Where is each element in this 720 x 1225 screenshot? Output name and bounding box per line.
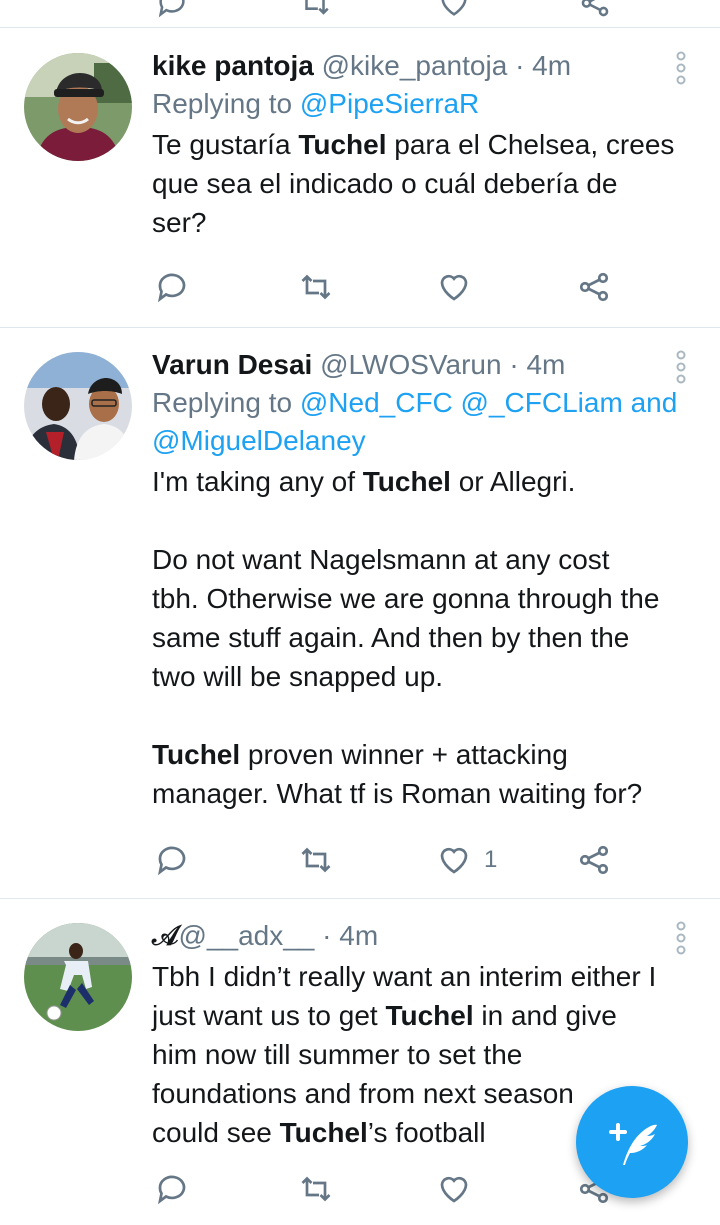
more-vertical-icon[interactable] — [674, 350, 688, 384]
tweet-header: kike pantoja @kike_pantoja · 4m — [152, 47, 700, 85]
like-icon — [440, 847, 468, 874]
highlighted-keyword: Tuchel — [152, 739, 241, 770]
replying-to: Replying to @Ned_CFC @_CFCLiam and — [152, 384, 700, 422]
user-handle[interactable]: @LWOSVarun — [320, 349, 501, 380]
mention-link[interactable]: @Ned_CFC @_CFCLiam and — [300, 387, 677, 418]
tweet-text-segment: or Allegri. Do not want Nagelsmann at an… — [152, 466, 660, 692]
retweet-button[interactable] — [298, 1169, 346, 1209]
highlighted-keyword: Tuchel — [279, 1117, 368, 1148]
display-name[interactable]: Varun Desai — [152, 349, 312, 380]
like-count: 1 — [484, 846, 498, 873]
share-icon — [579, 845, 609, 875]
more-vertical-icon[interactable] — [674, 921, 688, 955]
user-handle[interactable]: @kike_pantoja — [322, 50, 508, 81]
tweet[interactable]: kike pantoja @kike_pantoja · 4m Replying… — [0, 29, 720, 328]
reply-icon[interactable] — [155, 0, 189, 18]
tweet-header: 𝒜@__adx__ · 4m — [152, 917, 700, 955]
mention-link[interactable]: @MiguelDelaney — [152, 425, 366, 456]
like-button[interactable] — [436, 267, 484, 307]
retweet-button[interactable] — [298, 267, 346, 307]
reply-button[interactable] — [154, 1169, 202, 1209]
separator-dot: · — [509, 349, 519, 380]
like-button[interactable]: 1 — [436, 840, 497, 880]
reply-icon — [157, 1175, 186, 1205]
tweet-text: I'm taking any of Tuchel or Allegri. Do … — [152, 462, 700, 813]
share-button[interactable] — [576, 267, 612, 307]
timestamp[interactable]: 4m — [339, 920, 378, 951]
highlighted-keyword: Tuchel — [385, 1000, 474, 1031]
tweet-actions — [152, 1169, 622, 1209]
display-name[interactable]: kike pantoja — [152, 50, 314, 81]
tweet-actions — [152, 267, 622, 307]
reply-icon — [157, 273, 186, 303]
reply-button[interactable] — [154, 840, 202, 880]
retweet-icon — [301, 1176, 331, 1202]
like-icon — [440, 1176, 468, 1203]
timestamp[interactable]: 4m — [526, 349, 565, 380]
reply-icon — [157, 846, 186, 876]
replying-to-label: Replying to — [152, 387, 300, 418]
retweet-icon — [301, 274, 331, 300]
tweet-actions: 1 — [152, 840, 622, 880]
avatar[interactable] — [24, 53, 132, 161]
more-vertical-icon[interactable] — [674, 51, 688, 85]
tweet[interactable]: Varun Desai @LWOSVarun · 4m Replying to … — [0, 328, 720, 899]
tweet-text-segment: Te gustaría — [152, 129, 299, 160]
share-button[interactable] — [576, 840, 612, 880]
tweet-header: Varun Desai @LWOSVarun · 4m — [152, 346, 700, 384]
retweet-icon — [301, 847, 331, 873]
timestamp[interactable]: 4m — [532, 50, 571, 81]
retweet-button[interactable] — [298, 840, 346, 880]
tweet-text-segment: ’s football — [367, 1117, 486, 1148]
replying-to: Replying to @PipeSierraR — [152, 85, 700, 123]
separator-dot: · — [322, 920, 332, 951]
highlighted-keyword: Tuchel — [298, 129, 387, 160]
like-button[interactable] — [436, 1169, 484, 1209]
replying-to-label: Replying to — [152, 88, 300, 119]
retweet-icon[interactable] — [298, 0, 332, 15]
replying-to-continued: @MiguelDelaney — [152, 422, 700, 460]
highlighted-keyword: Tuchel — [362, 466, 451, 497]
like-icon[interactable] — [437, 0, 471, 16]
previous-tweet-actions — [0, 0, 720, 28]
mention-link[interactable]: @PipeSierraR — [300, 88, 479, 119]
share-icon — [579, 272, 609, 302]
like-icon — [440, 274, 468, 301]
reply-button[interactable] — [154, 267, 202, 307]
compose-tweet-icon — [609, 1123, 657, 1165]
share-icon[interactable] — [578, 0, 612, 17]
tweet-text: Te gustaría Tuchel para el Chelsea, cree… — [152, 125, 700, 242]
compose-tweet-button[interactable] — [576, 1086, 688, 1198]
display-name[interactable]: 𝒜 — [152, 920, 179, 951]
user-handle[interactable]: @__adx__ — [179, 920, 315, 951]
avatar[interactable] — [24, 352, 132, 460]
avatar[interactable] — [24, 923, 132, 1031]
separator-dot: · — [515, 50, 525, 81]
tweet-text-segment: I'm taking any of — [152, 466, 363, 497]
